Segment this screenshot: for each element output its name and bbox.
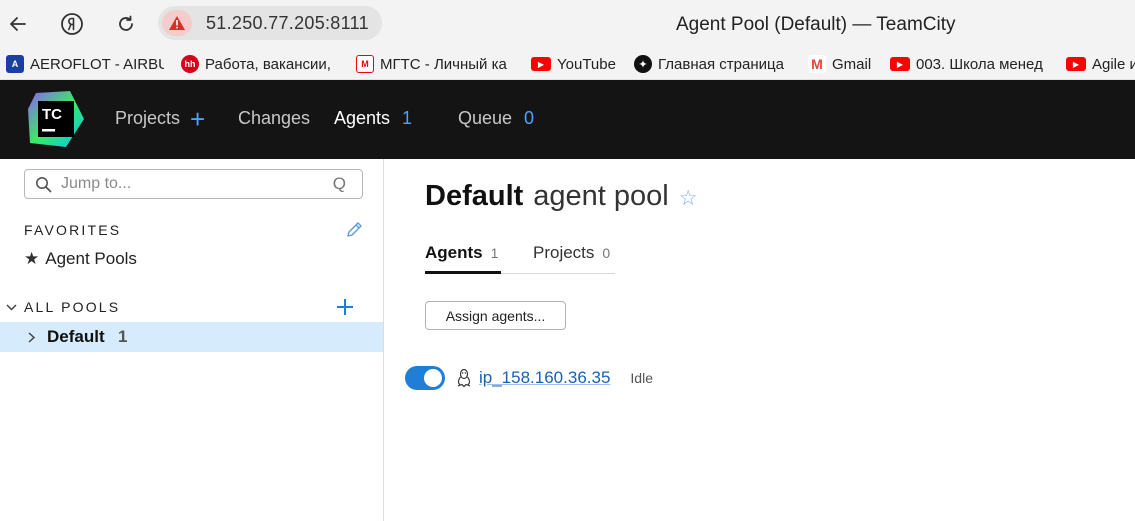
bookmarks-bar: A AEROFLOT - AIRBU hh Работа, вакансии, …	[0, 48, 1135, 80]
bookmark-agile[interactable]: ▶ Agile и	[1066, 54, 1135, 74]
toggle-knob	[424, 369, 442, 387]
all-pools-title: ALL POOLS	[24, 299, 121, 315]
agents-count: 1	[402, 108, 413, 128]
sidebar: Jump to... Q FAVORITES ★ Agent Pools ALL…	[0, 159, 384, 521]
favorite-label: Agent Pools	[45, 249, 137, 268]
pool-name: Default	[47, 327, 105, 346]
queue-count: 0	[524, 108, 535, 128]
chevron-down-icon[interactable]	[5, 301, 18, 314]
chevron-right-icon[interactable]	[26, 331, 37, 344]
bookmark-aeroflot[interactable]: A AEROFLOT - AIRBU	[6, 54, 164, 74]
compass-icon: ✦	[634, 55, 652, 73]
tab-projects[interactable]: Projects 0	[533, 243, 610, 274]
youtube-icon: ▶	[890, 57, 910, 71]
pool-agent-count: 1	[118, 327, 128, 346]
bookmark-label: 003. Школа менед	[916, 55, 1043, 73]
youtube-icon: ▶	[531, 57, 551, 71]
nav-queue-label: Queue	[458, 108, 513, 128]
nav-agents-label: Agents	[334, 108, 391, 128]
warning-icon[interactable]	[162, 10, 192, 36]
browser-toolbar: 51.250.77.205:8111 Agent Pool (Default) …	[0, 0, 1135, 48]
star-outline-icon[interactable]: ☆	[679, 186, 698, 211]
bookmark-gmail[interactable]: M Gmail	[808, 54, 883, 74]
search-shortcut-hint: Q	[332, 174, 346, 193]
yandex-icon[interactable]	[56, 8, 88, 40]
agent-name-link[interactable]: ip_158.160.36.35	[479, 368, 610, 388]
youtube-icon: ▶	[1066, 57, 1086, 71]
bookmark-label: YouTube	[557, 55, 616, 73]
search-icon	[36, 177, 52, 193]
address-bar[interactable]: 51.250.77.205:8111	[158, 6, 382, 40]
tab-agents[interactable]: Agents 1	[425, 243, 501, 274]
add-pool-plus-icon[interactable]	[336, 298, 354, 316]
hh-icon: hh	[181, 55, 199, 73]
page-title: Default agent pool ☆	[425, 180, 698, 213]
edit-pencil-icon[interactable]	[345, 220, 364, 239]
tab-agents-count: 1	[490, 245, 499, 261]
reload-icon[interactable]	[110, 8, 142, 40]
bookmark-label: Главная страница	[658, 55, 784, 73]
teamcity-logo[interactable]: TC	[26, 89, 86, 149]
page-title-bold: Default	[425, 180, 524, 212]
search-placeholder: Jump to...	[61, 175, 132, 192]
agent-status: Idle	[630, 370, 653, 386]
nav-agents[interactable]: Agents 1	[334, 108, 412, 129]
linux-tux-icon	[457, 368, 471, 388]
add-project-plus-icon[interactable]: +	[190, 106, 205, 132]
bookmark-youtube[interactable]: ▶ YouTube	[531, 54, 626, 74]
agent-row: ip_158.160.36.35 Idle	[405, 365, 653, 391]
search-input[interactable]: Jump to... Q	[24, 169, 363, 199]
assign-agents-button[interactable]: Assign agents...	[425, 301, 566, 330]
nav-changes[interactable]: Changes	[238, 108, 310, 129]
bookmark-school[interactable]: ▶ 003. Школа менед	[890, 54, 1052, 74]
bookmark-label: Agile и	[1092, 55, 1135, 73]
back-arrow-icon[interactable]	[2, 8, 34, 40]
address-text: 51.250.77.205:8111	[206, 13, 369, 33]
tab-bar: Agents 1 Projects 0	[425, 243, 615, 274]
tab-projects-count: 0	[602, 245, 611, 261]
favorite-agent-pools[interactable]: ★ Agent Pools	[24, 249, 137, 269]
page-title-light: agent pool	[533, 180, 669, 212]
nav-projects[interactable]: Projects +	[115, 106, 205, 132]
bookmark-label: Gmail	[832, 55, 872, 73]
bookmark-hh[interactable]: hh Работа, вакансии,	[181, 54, 339, 74]
nav-queue[interactable]: Queue 0	[458, 108, 534, 129]
tab-agents-label: Agents	[425, 243, 483, 262]
bookmark-label: AEROFLOT - AIRBU	[30, 55, 164, 73]
tab-projects-label: Projects	[533, 243, 595, 262]
nav-projects-label: Projects	[115, 108, 181, 128]
bookmark-label: Работа, вакансии,	[205, 55, 331, 73]
agent-enabled-toggle[interactable]	[405, 366, 445, 390]
nav-changes-label: Changes	[238, 108, 311, 128]
mgts-icon: M	[356, 55, 374, 73]
favorites-title: FAVORITES	[24, 222, 122, 238]
teamcity-header: TC Projects + Changes Agents 1 Queue 0	[0, 80, 1135, 159]
gmail-icon: M	[808, 55, 826, 73]
bookmark-main-page[interactable]: ✦ Главная страница	[634, 54, 792, 74]
aeroflot-icon: A	[6, 55, 24, 73]
bookmark-mgts[interactable]: M МГТС - Личный ка	[356, 54, 514, 74]
star-filled-icon: ★	[24, 249, 40, 268]
pool-row-default[interactable]: Default 1	[0, 322, 383, 352]
logo-text: TC	[42, 106, 62, 123]
page-tab-title: Agent Pool (Default) — TeamCity	[676, 14, 956, 35]
bookmark-label: МГТС - Личный ка	[380, 55, 507, 73]
